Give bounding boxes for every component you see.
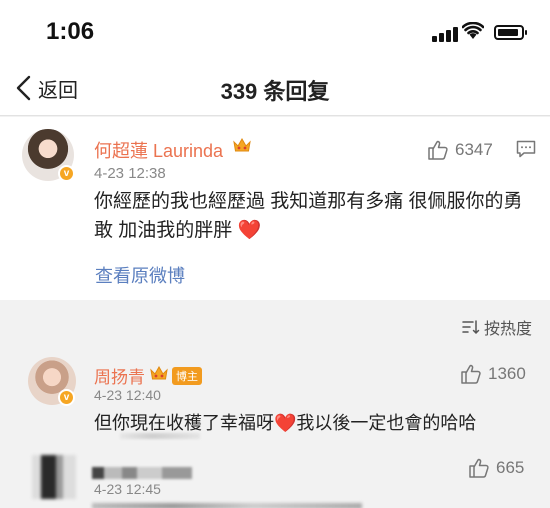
heart-emoji: ❤️ [274,413,297,433]
comment-text: 你經歷的我也經歷過 我知道那有多痛 很佩服你的勇敢 加油我的胖胖 ❤️ [94,187,534,245]
sort-by-hot-button[interactable]: 按热度 [462,315,532,339]
navigation-bar: 返回 339 条回复 [0,60,550,116]
view-original-link[interactable]: 查看原微博 [95,262,185,288]
like-button[interactable]: 665 [468,457,524,479]
thumbs-up-icon [469,458,489,478]
blurred-avatar[interactable] [32,455,76,499]
crown-icon [233,137,251,152]
main-comment: v 何超蓮 Laurinda 4-23 12:38 6347 你經歷的我也經歷過… [0,117,550,300]
status-time: 1:06 [46,18,95,45]
crown-icon [150,365,168,380]
comment-username[interactable]: 何超蓮 Laurinda [94,137,223,163]
page-title: 339 条回复 [220,79,330,104]
verified-icon: v [58,389,75,406]
reply-username[interactable]: 周扬青 [94,363,145,388]
status-bar: 1:06 [0,0,550,60]
reply-item: v 周扬青 博主 4-23 12:40 1360 但你現在收穫了幸福呀❤️我以後… [0,345,550,445]
comment-body: 你經歷的我也經歷過 我知道那有多痛 很佩服你的勇敢 加油我的胖胖 [94,191,523,241]
signal-icon [432,26,458,42]
heart-emoji: ❤️ [237,220,262,241]
comment-icon[interactable] [516,140,536,158]
sort-row: 按热度 [0,300,550,345]
like-count: 665 [496,458,525,477]
blurred-text [92,503,362,508]
thumbs-up-icon [428,140,448,160]
like-button[interactable]: 6347 [427,139,493,161]
battery-icon [494,25,527,40]
blurred-content [120,433,200,439]
thumbs-up-icon [461,364,481,384]
blurred-username [92,467,192,479]
like-button[interactable]: 1360 [460,363,526,385]
verified-icon: v [58,165,75,182]
reply-text-part1: 但你現在收穫了幸福呀 [94,413,274,433]
like-count: 6347 [455,140,493,159]
reply-text-part2: 我以後一定也會的哈哈 [296,413,477,433]
sort-label: 按热度 [483,321,532,338]
host-tag: 博主 [172,367,202,385]
reply-timestamp: 4-23 12:40 [94,387,161,403]
reply-text: 但你現在收穫了幸福呀❤️我以後一定也會的哈哈 [94,409,476,435]
like-count: 1360 [488,364,526,383]
sort-icon [462,320,480,335]
comment-timestamp: 4-23 12:38 [94,165,166,182]
reply-item: 4-23 12:45 665 [0,445,550,508]
reply-timestamp: 4-23 12:45 [94,481,161,497]
wifi-icon [462,22,484,39]
